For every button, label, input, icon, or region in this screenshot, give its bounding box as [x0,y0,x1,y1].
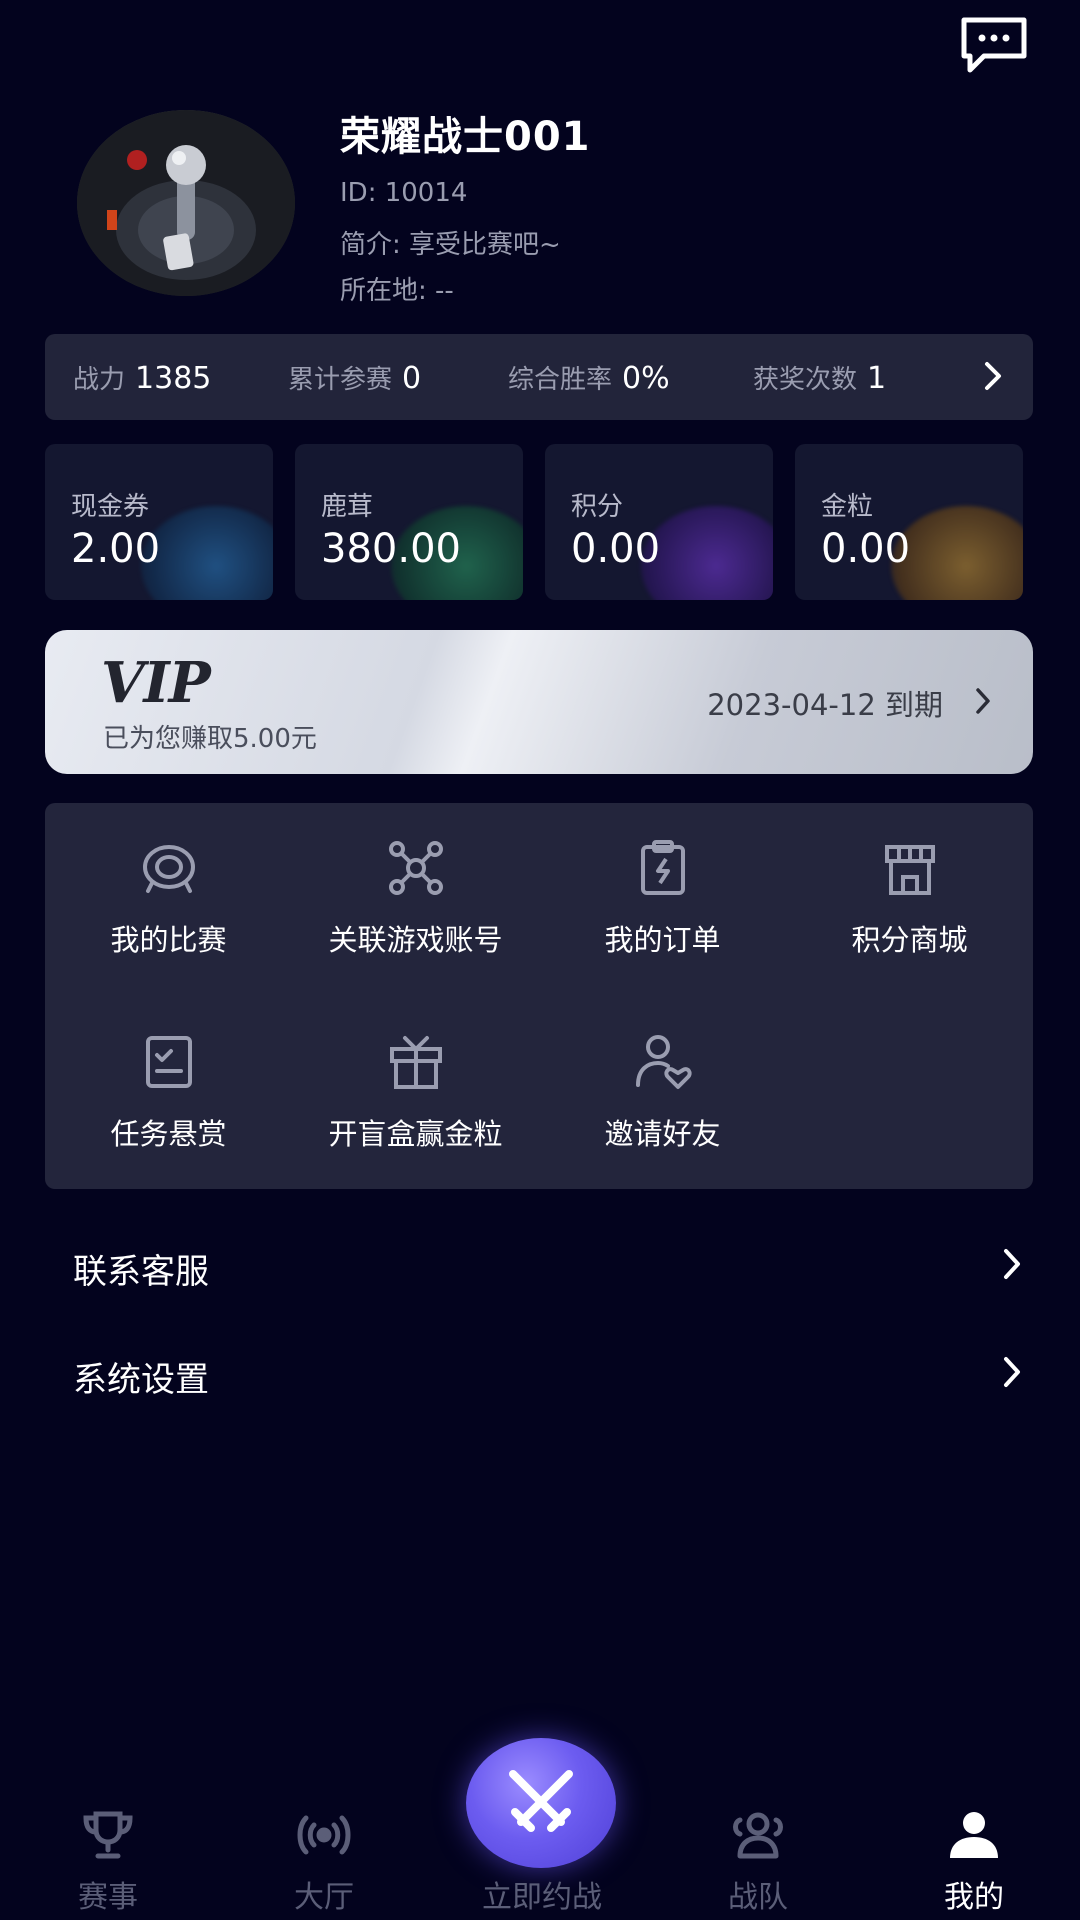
vip-banner[interactable]: VIP 已为您赚取5.00元 2023-04-12 到期 [45,630,1033,774]
broadcast-icon [297,1815,351,1855]
username: 荣耀战士001 [340,114,591,160]
wallet-card-points[interactable]: 积分 0.00 [545,444,773,600]
gift-icon [390,1036,442,1089]
function-label: 关联游戏账号 [328,923,503,957]
function-grid: 我的比赛 关联游戏账号 我的订单 积分商城 任务悬赏 开盲盒赢金粒 邀请好友 [45,803,1033,1189]
coin-icon [141,506,273,600]
team-icon [733,1812,783,1859]
instant-battle-button[interactable] [466,1738,616,1868]
tab-events[interactable]: 赛事 [28,1800,188,1920]
wallet-value: 0.00 [821,526,911,572]
network-icon [389,841,443,895]
tab-team[interactable]: 战队 [678,1800,838,1920]
my-matches-button[interactable]: 我的比赛 [45,803,292,973]
chevron-right-icon [1004,1249,1020,1279]
target-icon [143,845,195,893]
blind-box-button[interactable]: 开盲盒赢金粒 [292,997,539,1167]
store-icon [885,845,935,895]
tab-label-battle: 立即约战 [482,1880,602,1915]
stats-bar[interactable]: 战力 1385 累计参赛 0 综合胜率 0% 获奖次数 1 [45,334,1033,420]
vip-savings: 已为您赚取5.00元 [103,724,317,754]
stat-label: 综合胜率 [508,364,613,395]
contact-support-row[interactable]: 联系客服 [45,1226,1033,1306]
function-label: 积分商城 [851,923,968,957]
user-heart-icon [636,1035,692,1089]
tab-me[interactable]: 我的 [894,1800,1054,1920]
stat-label: 战力 [73,364,126,395]
my-orders-button[interactable]: 我的订单 [539,803,786,973]
contact-support-label: 联系客服 [73,1252,209,1292]
chevron-right-icon [976,688,990,714]
crossed-swords-icon [509,1770,573,1832]
function-label: 我的订单 [604,923,721,957]
avatar-image [77,110,295,296]
chevron-right-icon [985,362,1001,390]
wallet-label: 金粒 [821,492,874,522]
system-settings-row[interactable]: 系统设置 [45,1334,1033,1414]
vip-expiry: 2023-04-12 到期 [707,688,943,722]
user-icon [950,1812,998,1858]
stat-label: 获奖次数 [753,364,858,395]
points-mall-button[interactable]: 积分商城 [786,803,1033,973]
function-label: 邀请好友 [604,1117,721,1151]
trophy-icon [83,1811,133,1859]
coin-icon [891,506,1023,600]
avatar[interactable] [77,110,295,296]
wallet-card-gold[interactable]: 金粒 0.00 [795,444,1023,600]
user-id: ID: 10014 [340,178,468,208]
wallet-card-cash-coupon[interactable]: 现金券 2.00 [45,444,273,600]
stat-entries: 累计参赛 0 [288,359,508,396]
wallet-value: 2.00 [71,526,161,572]
clipboard-icon [641,840,685,895]
tab-label: 我的 [944,1880,1004,1915]
tab-label: 大厅 [294,1880,354,1915]
stat-value: 1385 [135,360,212,396]
wallet-value: 0.00 [571,526,661,572]
wallet-label: 积分 [571,492,624,522]
user-location: 所在地: -- [340,276,454,306]
wallet-label: 鹿茸 [321,492,374,522]
system-settings-label: 系统设置 [73,1360,209,1400]
wallet-card-antler[interactable]: 鹿茸 380.00 [295,444,523,600]
function-label: 开盲盒赢金粒 [328,1117,503,1151]
checklist-icon [146,1036,192,1088]
vip-title: VIP [101,650,211,716]
link-game-account-button[interactable]: 关联游戏账号 [292,803,539,973]
stat-label: 累计参赛 [288,364,393,395]
task-rewards-button[interactable]: 任务悬赏 [45,997,292,1167]
stat-value: 0% [622,360,670,396]
function-label: 任务悬赏 [110,1117,227,1151]
wallet-value: 380.00 [321,526,461,572]
stat-value: 0 [402,360,422,396]
tab-label: 赛事 [78,1880,138,1915]
message-icon[interactable] [958,16,1030,76]
tab-lobby[interactable]: 大厅 [244,1800,404,1920]
coin-icon [641,506,773,600]
stat-winrate: 综合胜率 0% [508,359,753,396]
wallet-label: 现金券 [71,492,150,522]
invite-friends-button[interactable]: 邀请好友 [539,997,786,1167]
stat-power: 战力 1385 [73,359,288,396]
user-bio: 简介: 享受比赛吧~ [340,230,561,260]
chevron-right-icon [1004,1357,1020,1387]
stat-awards: 获奖次数 1 [753,359,886,396]
stat-value: 1 [867,360,887,396]
tab-label: 战队 [728,1880,788,1915]
function-label: 我的比赛 [110,923,227,957]
